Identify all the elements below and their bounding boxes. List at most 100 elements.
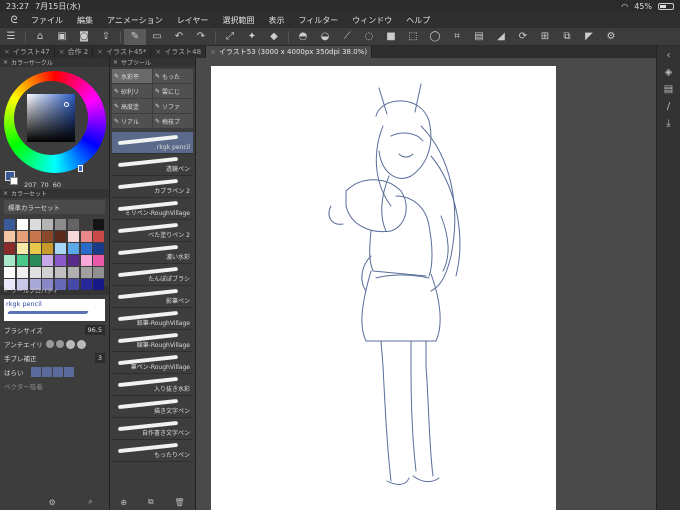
menu-filter[interactable]: フィルター [291, 15, 345, 26]
close-icon[interactable]: × [155, 48, 161, 56]
undo-icon[interactable]: ↶ [168, 29, 190, 45]
close-icon[interactable]: × [3, 287, 8, 294]
color-swatch[interactable] [42, 255, 54, 266]
menu-layer[interactable]: レイヤー [170, 15, 216, 26]
color-swatch[interactable] [29, 267, 41, 278]
fill-bucket-icon[interactable]: ◓ [292, 29, 314, 45]
brush-item[interactable]: 濃い水彩 [112, 242, 193, 264]
color-swatch[interactable] [80, 243, 92, 254]
download-icon[interactable]: ⤓ [666, 118, 670, 129]
hamburger-menu-icon[interactable]: ☰ [0, 29, 22, 45]
color-swatch[interactable] [67, 231, 79, 242]
color-swatch[interactable] [16, 243, 28, 254]
brush-item[interactable]: 描き文字ペン [112, 396, 193, 418]
brush-size-value[interactable]: 96.5 [84, 325, 105, 335]
color-set-select[interactable]: 標準カラーセット [4, 200, 105, 214]
color-swatch[interactable] [80, 255, 92, 266]
layer-icon[interactable]: ▤ [468, 29, 490, 45]
menu-window[interactable]: ウィンドウ [345, 15, 399, 26]
eraser-icon[interactable]: ▭ [146, 29, 168, 45]
crop-icon[interactable]: ⌗ [446, 29, 468, 45]
add-icon[interactable]: ⊕ [120, 498, 127, 507]
sub-tool-tab[interactable]: ✎ 雲にじ [153, 84, 193, 98]
sub-tool-tab[interactable]: ✎ 砂利リ [112, 84, 152, 98]
color-swatch[interactable] [16, 267, 28, 278]
transform-icon[interactable]: ⤢ [219, 29, 241, 45]
pressure-options[interactable] [30, 367, 74, 377]
brush-item[interactable]: べた塗りペン 2 [112, 220, 193, 242]
pen-tool-icon[interactable]: ✎ [124, 28, 146, 45]
brush-item[interactable]: rkgk pencil [112, 132, 193, 154]
color-swatch[interactable] [4, 243, 15, 254]
export-icon[interactable]: ⇪ [95, 29, 117, 45]
sparkle-icon[interactable]: ✦ [241, 29, 263, 45]
gray-square-icon[interactable]: ■ [380, 29, 402, 45]
menu-help[interactable]: ヘルプ [399, 15, 437, 26]
menu-edit[interactable]: 編集 [70, 15, 100, 26]
rotate-icon[interactable]: ⟳ [512, 29, 534, 45]
brush-icon[interactable]: / [667, 101, 670, 112]
color-swatch[interactable] [29, 231, 41, 242]
color-swatch[interactable] [67, 255, 79, 266]
close-icon[interactable]: × [4, 48, 10, 56]
color-swatch[interactable] [16, 231, 28, 242]
color-swatch[interactable] [67, 219, 79, 230]
grid-icon[interactable]: ⊞ [534, 29, 556, 45]
tab-illust-45[interactable]: × イラスト45* [93, 46, 152, 58]
fill-eraser-icon[interactable]: ◆ [263, 29, 285, 45]
color-swatch[interactable] [93, 255, 105, 266]
pressure-option[interactable] [30, 367, 41, 377]
brush-item[interactable]: たんぽぽブラシ [112, 264, 193, 286]
color-swatch[interactable] [80, 231, 92, 242]
color-swatch[interactable] [55, 219, 66, 230]
antialias-option[interactable] [65, 339, 75, 349]
triangle-icon[interactable]: ◤ [578, 29, 600, 45]
color-swatch[interactable] [55, 231, 66, 242]
brush-size-row[interactable]: ブラシサイズ 96.5 [4, 323, 105, 337]
pressure-option[interactable] [63, 367, 74, 377]
color-swatch[interactable] [93, 279, 105, 290]
lasso-icon[interactable]: ◯ [424, 29, 446, 45]
color-swatch[interactable] [42, 219, 54, 230]
dotted-circle-icon[interactable]: ◌ [358, 29, 380, 45]
eyedropper-icon[interactable]: ⟋ [336, 29, 358, 45]
tab-collab-2[interactable]: × 合作 2 [55, 46, 94, 58]
brush-item[interactable]: 影筆ペン [112, 286, 193, 308]
color-swatch[interactable] [4, 267, 15, 278]
color-swatch[interactable] [29, 243, 41, 254]
redo-icon[interactable]: ↷ [190, 29, 212, 45]
sv-picker-handle[interactable] [64, 102, 69, 107]
color-swatch[interactable] [4, 231, 15, 242]
color-swatch[interactable] [16, 219, 28, 230]
sub-tool-tab[interactable]: ✎ リアル [112, 114, 152, 128]
search-icon[interactable]: ⌕ [88, 497, 92, 507]
close-icon[interactable]: × [3, 190, 8, 197]
color-swatch[interactable] [55, 243, 66, 254]
tab-illust-48[interactable]: × イラスト48 [151, 46, 207, 58]
color-swatch[interactable] [16, 255, 28, 266]
fit-icon[interactable]: ⧉ [556, 29, 578, 45]
sub-tool-tab[interactable]: ✎ ソファ [153, 99, 193, 113]
tab-illust-47[interactable]: × イラスト47 [0, 46, 55, 58]
menu-view[interactable]: 表示 [261, 15, 291, 26]
color-swatch[interactable] [4, 255, 15, 266]
sub-tool-tab[interactable]: ✎ もった [153, 69, 193, 83]
stabilization-value[interactable]: 3 [94, 353, 105, 363]
color-swatch[interactable] [29, 219, 41, 230]
close-icon[interactable]: × [3, 59, 8, 66]
brush-item[interactable]: 鉛筆-RoughVillage [112, 308, 193, 330]
brush-item[interactable]: カブラペン 2 [112, 176, 193, 198]
close-icon[interactable]: × [59, 48, 65, 56]
color-swatch[interactable] [55, 255, 66, 266]
pages-icon[interactable]: ▤ [664, 84, 673, 95]
close-icon[interactable]: × [210, 48, 216, 56]
hue-handle[interactable] [78, 165, 83, 172]
color-swatch[interactable] [29, 255, 41, 266]
close-icon[interactable]: × [113, 59, 118, 66]
settings-icon[interactable]: ⚙ [600, 29, 622, 45]
brush-item[interactable]: 透鏡ペン [112, 154, 193, 176]
canvas-area[interactable] [196, 58, 656, 510]
color-swatch[interactable] [67, 243, 79, 254]
stabilization-row[interactable]: 手ブレ補正 3 [4, 351, 105, 365]
brush-item[interactable]: 線筆-RoughVillage [112, 330, 193, 352]
